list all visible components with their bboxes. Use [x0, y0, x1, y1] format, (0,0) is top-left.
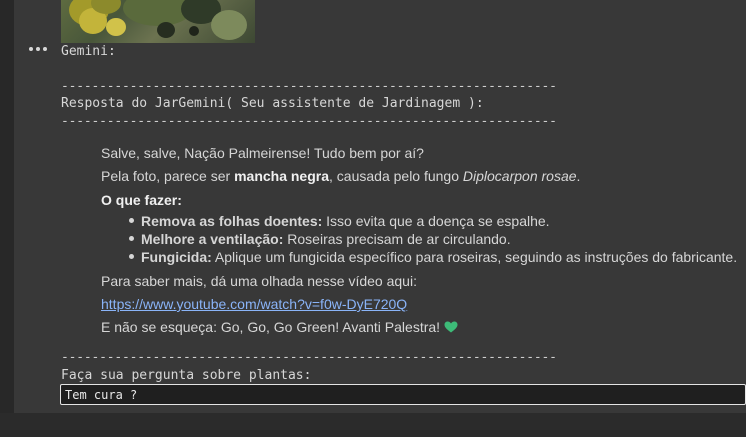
greeting-text: Salve, salve, Nação Palmeirense! Tudo be…: [101, 145, 424, 161]
diagnosis-fungus: Diplocarpon rosae: [462, 168, 577, 184]
gemini-label: Gemini:: [61, 44, 116, 59]
tip-text: Roseiras precisam de ar circulando.: [283, 231, 511, 247]
prompt-label: Faça sua pergunta sobre plantas:: [61, 368, 312, 383]
question-input[interactable]: [60, 384, 746, 405]
tip-title: Melhore a ventilação:: [141, 231, 284, 247]
separator-top: ----------------------------------------…: [61, 79, 557, 94]
dot: [36, 47, 40, 51]
more-info-text: Para saber mais, dá uma olhada nesse víd…: [101, 273, 417, 289]
dot: [29, 47, 33, 51]
tip-text: Aplique um fungicida específico para ros…: [211, 249, 738, 265]
diagnosis-middle: , causada pelo fungo: [329, 168, 463, 184]
response-header: Resposta do JarGemini( Seu assistente de…: [61, 96, 484, 111]
green-heart-icon: [444, 321, 458, 333]
diagnosis-text: Pela foto, parece ser mancha negra, caus…: [101, 167, 741, 185]
closing-text: E não se esqueça: Go, Go, Go Green! Avan…: [101, 318, 741, 336]
separator-bottom: ----------------------------------------…: [61, 350, 557, 365]
tip-text: Isso evita que a doença se espalhe.: [322, 213, 550, 229]
diagnosis-disease: mancha negra: [234, 168, 330, 184]
tip-title: Remova as folhas doentes:: [141, 213, 323, 229]
output-actions-icon[interactable]: [29, 43, 47, 55]
what-to-do-heading: O que fazer:: [101, 191, 741, 209]
diagnosis-suffix: .: [576, 168, 581, 184]
cell-bottom-band: [0, 413, 746, 437]
dot: [43, 47, 47, 51]
notebook-output-frame: Gemini: --------------------------------…: [0, 0, 746, 437]
video-link-row: https://www.youtube.com/watch?v=f0w-DyE7…: [101, 295, 741, 313]
list-item: Melhore a ventilação: Roseiras precisam …: [129, 230, 746, 248]
cell-gutter: [0, 0, 14, 437]
closing-message: E não se esqueça: Go, Go, Go Green! Avan…: [101, 319, 441, 335]
video-link[interactable]: https://www.youtube.com/watch?v=f0w-DyE7…: [101, 296, 407, 312]
diagnosis-prefix: Pela foto, parece ser: [101, 168, 235, 184]
list-item: Remova as folhas doentes: Isso evita que…: [129, 212, 746, 230]
leaf-photo: [61, 0, 255, 43]
tips-list: Remova as folhas doentes: Isso evita que…: [101, 212, 746, 266]
tip-title: Fungicida:: [141, 249, 212, 265]
list-item: Fungicida: Aplique um fungicida específi…: [129, 248, 746, 266]
what-to-do-label: O que fazer:: [101, 192, 182, 208]
separator-mid: ----------------------------------------…: [61, 114, 557, 129]
